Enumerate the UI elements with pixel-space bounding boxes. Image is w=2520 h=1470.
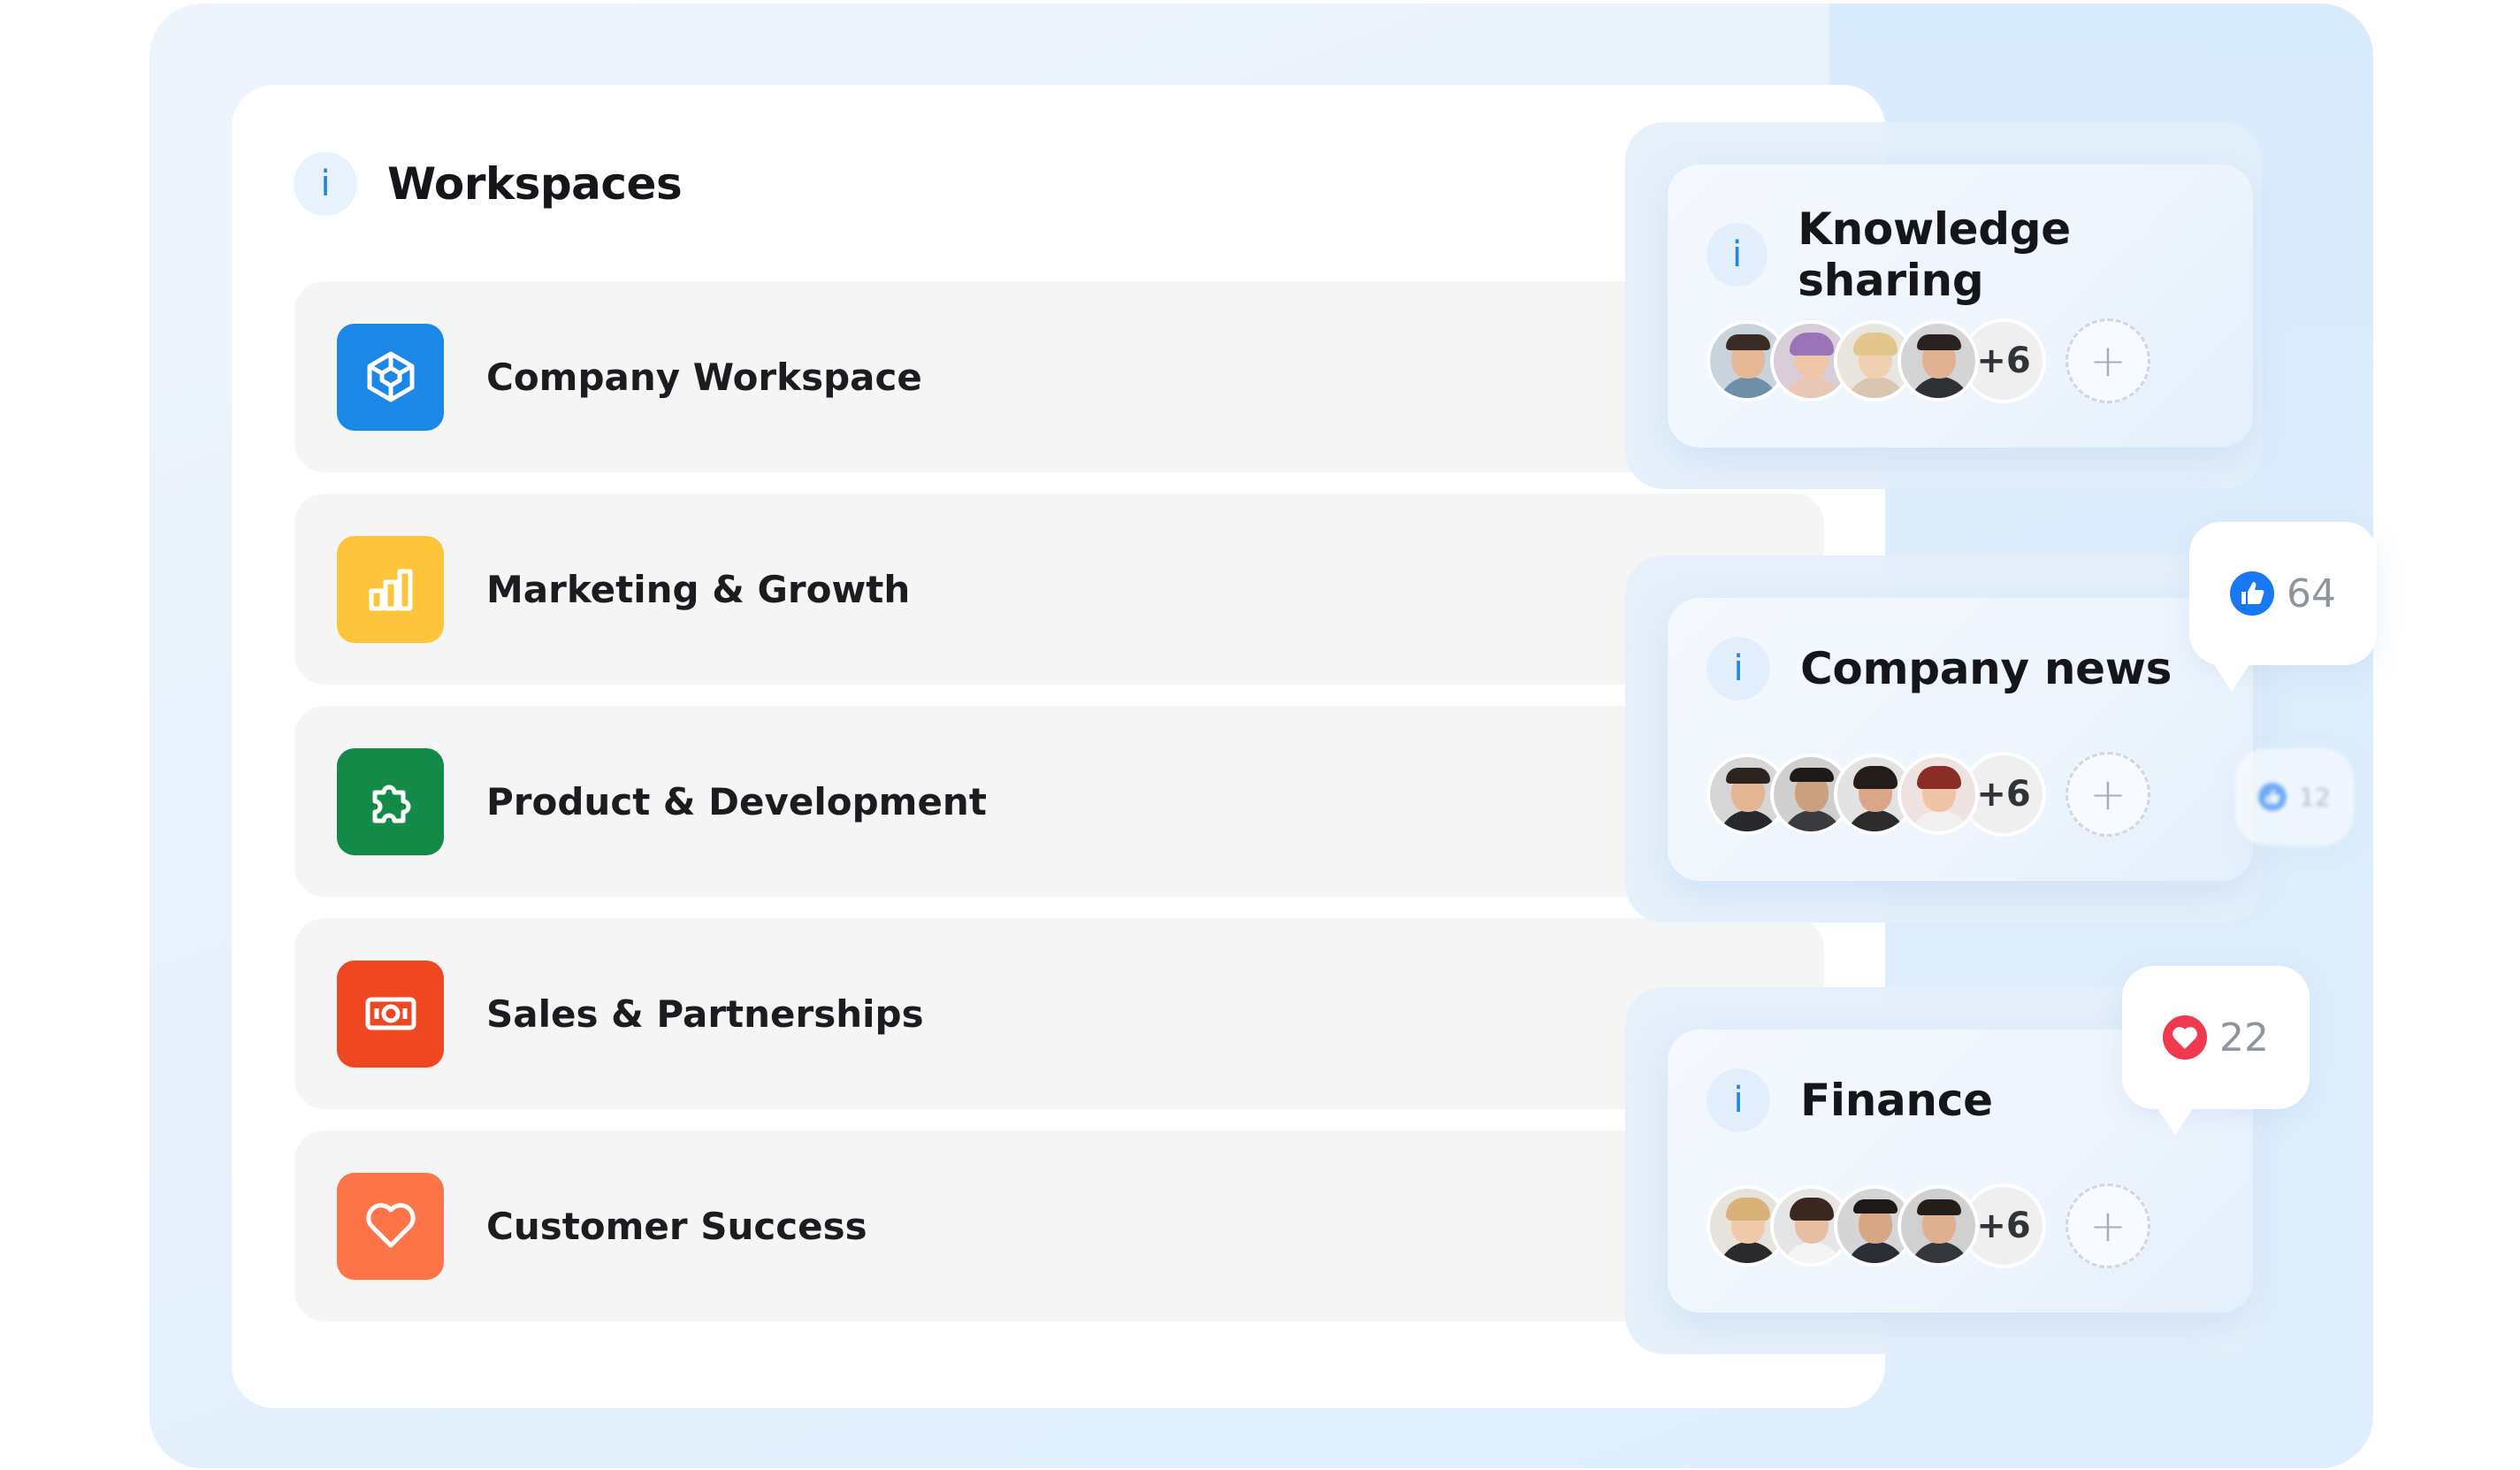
workspace-item-sales[interactable]: Sales & Partnerships <box>294 918 1824 1109</box>
puzzle-icon <box>337 747 444 855</box>
card-title: Knowledge sharing <box>1798 203 2071 306</box>
card-title: Company news <box>1800 643 2173 694</box>
avatar[interactable] <box>1898 320 1979 402</box>
add-member-button[interactable]: + <box>2066 1183 2150 1268</box>
heart-icon <box>337 1172 444 1280</box>
add-member-button[interactable]: + <box>2066 318 2150 403</box>
member-avatars: +6 + <box>1707 752 2150 837</box>
info-icon[interactable]: i <box>294 152 357 216</box>
like-count: 12 <box>2299 782 2331 812</box>
info-icon[interactable]: i <box>1707 223 1768 287</box>
heart-icon <box>2163 1015 2207 1060</box>
bubble-tail <box>2156 1106 2195 1136</box>
knowledge-sharing-card[interactable]: i Knowledge sharing +6 + <box>1668 165 2253 448</box>
workspace-item-marketing[interactable]: Marketing & Growth <box>294 494 1824 685</box>
avatar[interactable] <box>1898 754 1979 835</box>
avatar[interactable] <box>1898 1185 1979 1267</box>
workspace-list: Company Workspace Marketing & Growth Pro… <box>294 281 1824 1343</box>
like-reaction-bubble[interactable]: 64 <box>2189 522 2377 665</box>
company-news-card[interactable]: i Company news +6 + <box>1668 598 2253 881</box>
love-reaction-bubble[interactable]: 22 <box>2122 966 2310 1109</box>
workspace-item-customer-success[interactable]: Customer Success <box>294 1130 1824 1321</box>
workspace-label: Marketing & Growth <box>486 567 911 611</box>
love-count: 22 <box>2219 1014 2269 1060</box>
member-avatars: +6 + <box>1707 1183 2150 1268</box>
card-header: i Finance <box>1707 1068 1993 1132</box>
workspace-item-company[interactable]: Company Workspace <box>294 281 1824 472</box>
thumbs-up-icon <box>2230 571 2274 616</box>
workspace-item-product[interactable]: Product & Development <box>294 706 1824 897</box>
info-icon[interactable]: i <box>1707 637 1770 701</box>
bubble-tail <box>2212 662 2251 692</box>
like-count: 64 <box>2287 570 2336 616</box>
thumbs-up-icon <box>2258 783 2287 811</box>
workspaces-title: Workspaces <box>387 158 683 210</box>
info-icon[interactable]: i <box>1707 1068 1770 1132</box>
bar-chart-icon <box>337 535 444 643</box>
card-title: Finance <box>1800 1075 1993 1126</box>
workspace-label: Customer Success <box>486 1204 867 1248</box>
member-avatars: +6 + <box>1707 318 2150 403</box>
workspace-label: Sales & Partnerships <box>486 991 924 1036</box>
cash-icon <box>337 960 444 1068</box>
like-reaction-bubble-faded: 12 <box>2235 748 2354 846</box>
workspaces-header: i Workspaces <box>294 152 683 216</box>
workspace-label: Company Workspace <box>486 355 922 399</box>
card-header: i Knowledge sharing <box>1707 203 2253 306</box>
card-header: i Company news <box>1707 637 2172 701</box>
cube-icon <box>337 323 444 431</box>
add-member-button[interactable]: + <box>2066 752 2150 837</box>
workspace-label: Product & Development <box>486 779 987 823</box>
